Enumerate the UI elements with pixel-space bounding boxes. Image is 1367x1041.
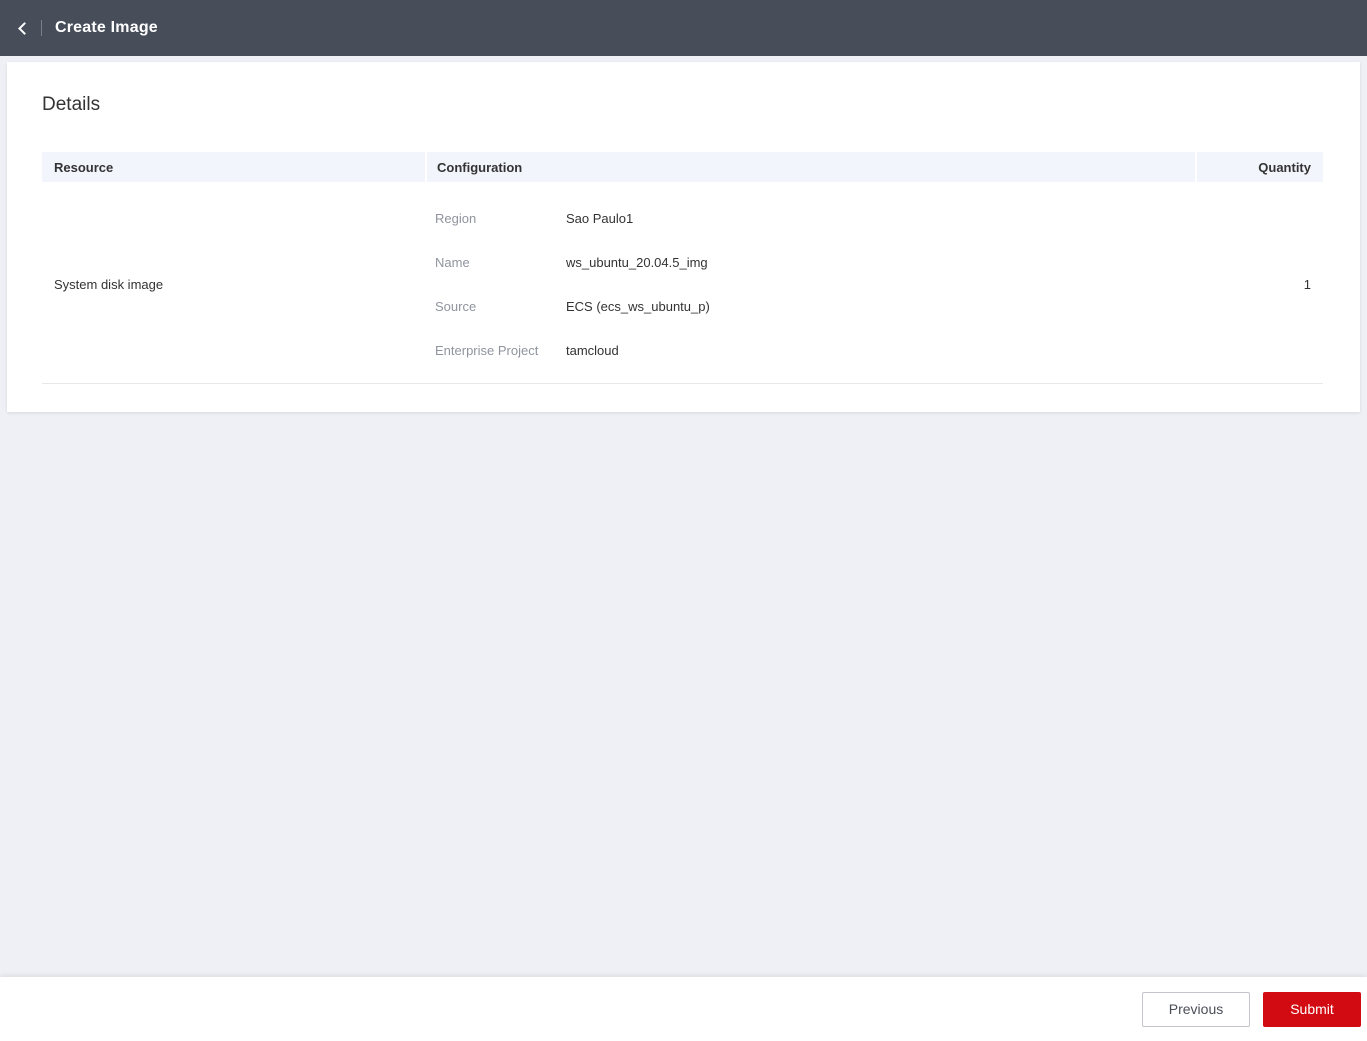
previous-button[interactable]: Previous	[1142, 992, 1250, 1027]
config-label: Name	[435, 255, 566, 270]
footer-action-bar: Previous Submit	[0, 977, 1367, 1041]
details-table: Resource Configuration Quantity System d…	[42, 152, 1323, 384]
config-value: ws_ubuntu_20.04.5_img	[566, 255, 708, 270]
config-value: tamcloud	[566, 343, 619, 358]
topbar: Create Image	[0, 0, 1367, 56]
details-card: Details Resource Configuration Quantity …	[7, 62, 1360, 412]
config-row-enterprise-project: Enterprise Project tamcloud	[435, 343, 1197, 358]
page-title: Create Image	[55, 19, 158, 37]
submit-button[interactable]: Submit	[1263, 992, 1361, 1027]
resource-cell: System disk image	[42, 211, 425, 358]
configuration-cell: Region Sao Paulo1 Name ws_ubuntu_20.04.5…	[425, 211, 1197, 358]
chevron-left-icon	[18, 22, 31, 35]
config-label: Enterprise Project	[435, 343, 566, 358]
quantity-cell: 1	[1197, 211, 1323, 358]
details-heading: Details	[42, 94, 1323, 116]
column-header-quantity: Quantity	[1197, 152, 1323, 182]
column-header-resource: Resource	[42, 152, 425, 182]
config-value: ECS (ecs_ws_ubuntu_p)	[566, 299, 710, 314]
topbar-divider	[41, 20, 42, 36]
table-header-row: Resource Configuration Quantity	[42, 152, 1323, 182]
config-label: Source	[435, 299, 566, 314]
config-row-source: Source ECS (ecs_ws_ubuntu_p)	[435, 299, 1197, 314]
config-row-name: Name ws_ubuntu_20.04.5_img	[435, 255, 1197, 270]
config-row-region: Region Sao Paulo1	[435, 211, 1197, 226]
config-label: Region	[435, 211, 566, 226]
table-row: System disk image Region Sao Paulo1 Name…	[42, 182, 1323, 384]
column-header-configuration: Configuration	[427, 152, 1195, 182]
config-value: Sao Paulo1	[566, 211, 633, 226]
back-button[interactable]	[8, 12, 38, 44]
